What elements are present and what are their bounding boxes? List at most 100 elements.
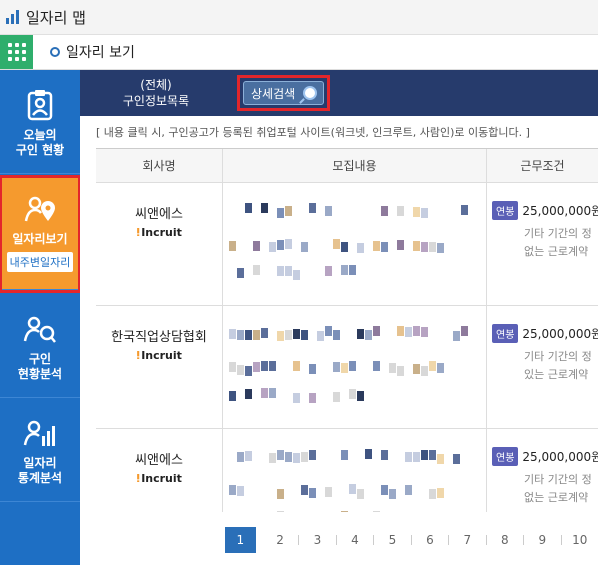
blur-pixel (293, 393, 300, 403)
blur-pixel (309, 488, 316, 498)
blur-pixel (269, 453, 276, 463)
sidebar-label: 일자리 (23, 456, 57, 470)
condition-text: 기타 기간의 정 (524, 473, 592, 486)
blur-pixel (285, 452, 292, 462)
condition-cell: 연봉 25,000,000원 기타 기간의 정 있는 근로계약 (487, 306, 598, 428)
sidebar-item-today[interactable]: 오늘의 구인 현황 (0, 70, 80, 174)
page-button-6[interactable]: 6 (412, 527, 449, 553)
table-row[interactable]: 씨앤에스 ⵑIncruit 연봉 25,000,000원 기타 기간의 정 없는 근… (96, 183, 598, 306)
salary-badge: 연봉 (492, 324, 519, 343)
column-header: 모집내용 (222, 149, 487, 182)
sidebar-label: 현황분석 (17, 367, 63, 381)
page-button-9[interactable]: 9 (524, 527, 561, 553)
blur-pixel (333, 392, 340, 402)
blur-pixel (301, 452, 308, 462)
blur-pixel (373, 511, 380, 512)
blur-pixel (413, 207, 420, 217)
page-button-10[interactable]: 10 (562, 527, 598, 553)
sidebar-item-stats[interactable]: 일자리 통계분석 (0, 398, 80, 502)
page-button-2[interactable]: 2 (262, 527, 299, 553)
blur-pixel (301, 242, 308, 252)
recruit-content-cell[interactable] (222, 429, 487, 512)
portal-name: Incruit (141, 226, 182, 239)
blur-pixel (397, 366, 404, 376)
condition-text: 없는 근로계약 (524, 245, 589, 258)
page-button-3[interactable]: 3 (299, 527, 336, 553)
company-name[interactable]: 한국직업상담협회 (111, 326, 207, 345)
blur-pixel (293, 453, 300, 463)
blur-pixel (405, 452, 412, 462)
person-search-icon (23, 316, 56, 343)
list-title: (전체) 구인정보목록 (80, 77, 232, 109)
blur-pixel (397, 206, 404, 216)
detail-search-button[interactable]: 상세검색 (243, 81, 325, 105)
blur-pixel (429, 489, 436, 499)
blur-pixel (325, 266, 332, 276)
page-button-4[interactable]: 4 (337, 527, 374, 553)
portal-logo: ⵑIncruit (136, 226, 182, 239)
blur-pixel (413, 452, 420, 462)
blur-pixel (341, 265, 348, 275)
blur-pixel (277, 511, 284, 512)
blur-pixel (309, 364, 316, 374)
app-window: 일자리 맵 일자리 보기 오늘의 구인 현황 일자리보기 내주변일자리 구인 현… (0, 0, 598, 565)
blur-pixel (437, 243, 444, 253)
blur-pixel (325, 206, 332, 216)
blur-pixel (277, 450, 284, 460)
page-button-7[interactable]: 7 (449, 527, 486, 553)
blur-pixel (349, 265, 356, 275)
blur-pixel (429, 450, 436, 460)
blur-pixel (309, 393, 316, 403)
page-button-1[interactable]: 1 (225, 527, 256, 553)
portal-name: Incruit (141, 472, 182, 485)
blur-pixel (381, 485, 388, 495)
blur-pixel (349, 484, 356, 494)
blur-pixel (269, 242, 276, 252)
blur-pixel (277, 266, 284, 276)
sidebar-item-analysis[interactable]: 구인 현황분석 (0, 294, 80, 398)
blur-pixel (421, 242, 428, 252)
blur-pixel (229, 329, 236, 339)
blur-pixel (237, 330, 244, 340)
sidebar-item-jobs[interactable]: 일자리보기 내주변일자리 (0, 175, 81, 293)
blur-pixel (453, 331, 460, 341)
recruit-content-cell[interactable] (222, 183, 487, 305)
blur-pixel (237, 486, 244, 496)
blur-pixel (293, 329, 300, 339)
blur-pixel (381, 242, 388, 252)
sidebar-label: 구인 (28, 352, 52, 366)
page-button-5[interactable]: 5 (374, 527, 411, 553)
blur-pixel (341, 450, 348, 460)
blur-pixel (333, 239, 340, 249)
nearby-jobs-link[interactable]: 내주변일자리 (6, 252, 74, 272)
blur-pixel (341, 242, 348, 252)
portal-dot-icon: ⵑ (136, 349, 141, 362)
salary-badge: 연봉 (492, 447, 519, 466)
blur-pixel (461, 205, 468, 215)
page-button-8[interactable]: 8 (487, 527, 524, 553)
main-content: (전체) 구인정보목록 상세검색 [ 내용 클릭 시, 구인공고가 등록된 취업… (80, 70, 598, 565)
salary-value: 25,000,000원 (522, 450, 598, 464)
job-table: 회사명 모집내용 근무조건 씨앤에스 ⵑIncruit 연봉 25,000,000… (96, 148, 598, 512)
nav-bar: 일자리 보기 (0, 35, 598, 70)
pagination: 1 2 3 4 5 6 7 8 9 10 (80, 525, 598, 555)
blur-pixel (461, 326, 468, 336)
sidebar: 오늘의 구인 현황 일자리보기 내주변일자리 구인 현황분석 일자리 통계분석 (0, 70, 81, 565)
company-name[interactable]: 씨앤에스 (135, 203, 183, 222)
recruit-content-cell[interactable] (222, 306, 487, 428)
table-row[interactable]: 씨앤에스 ⵑIncruit 연봉 25,000,000원 기타 기간의 정 없는 근… (96, 429, 598, 512)
blur-pixel (253, 241, 260, 251)
blur-pixel (229, 241, 236, 251)
blur-pixel (277, 240, 284, 250)
clipboard-person-icon (27, 90, 53, 121)
blur-pixel (405, 485, 412, 495)
grid-menu-icon[interactable] (0, 35, 33, 69)
person-chart-icon (23, 420, 55, 446)
company-name[interactable]: 씨앤에스 (135, 449, 183, 468)
column-header: 회사명 (142, 159, 176, 173)
notice-text: [ 내용 클릭 시, 구인공고가 등록된 취업포털 사이트(워크넷, 인크루트,… (96, 126, 530, 139)
blur-pixel (349, 361, 356, 371)
table-row[interactable]: 한국직업상담협회 ⵑIncruit 연봉 25,000,000원 기타 기간의 정… (96, 306, 598, 429)
title-bar: 일자리 맵 (0, 0, 598, 35)
blur-pixel (373, 326, 380, 336)
